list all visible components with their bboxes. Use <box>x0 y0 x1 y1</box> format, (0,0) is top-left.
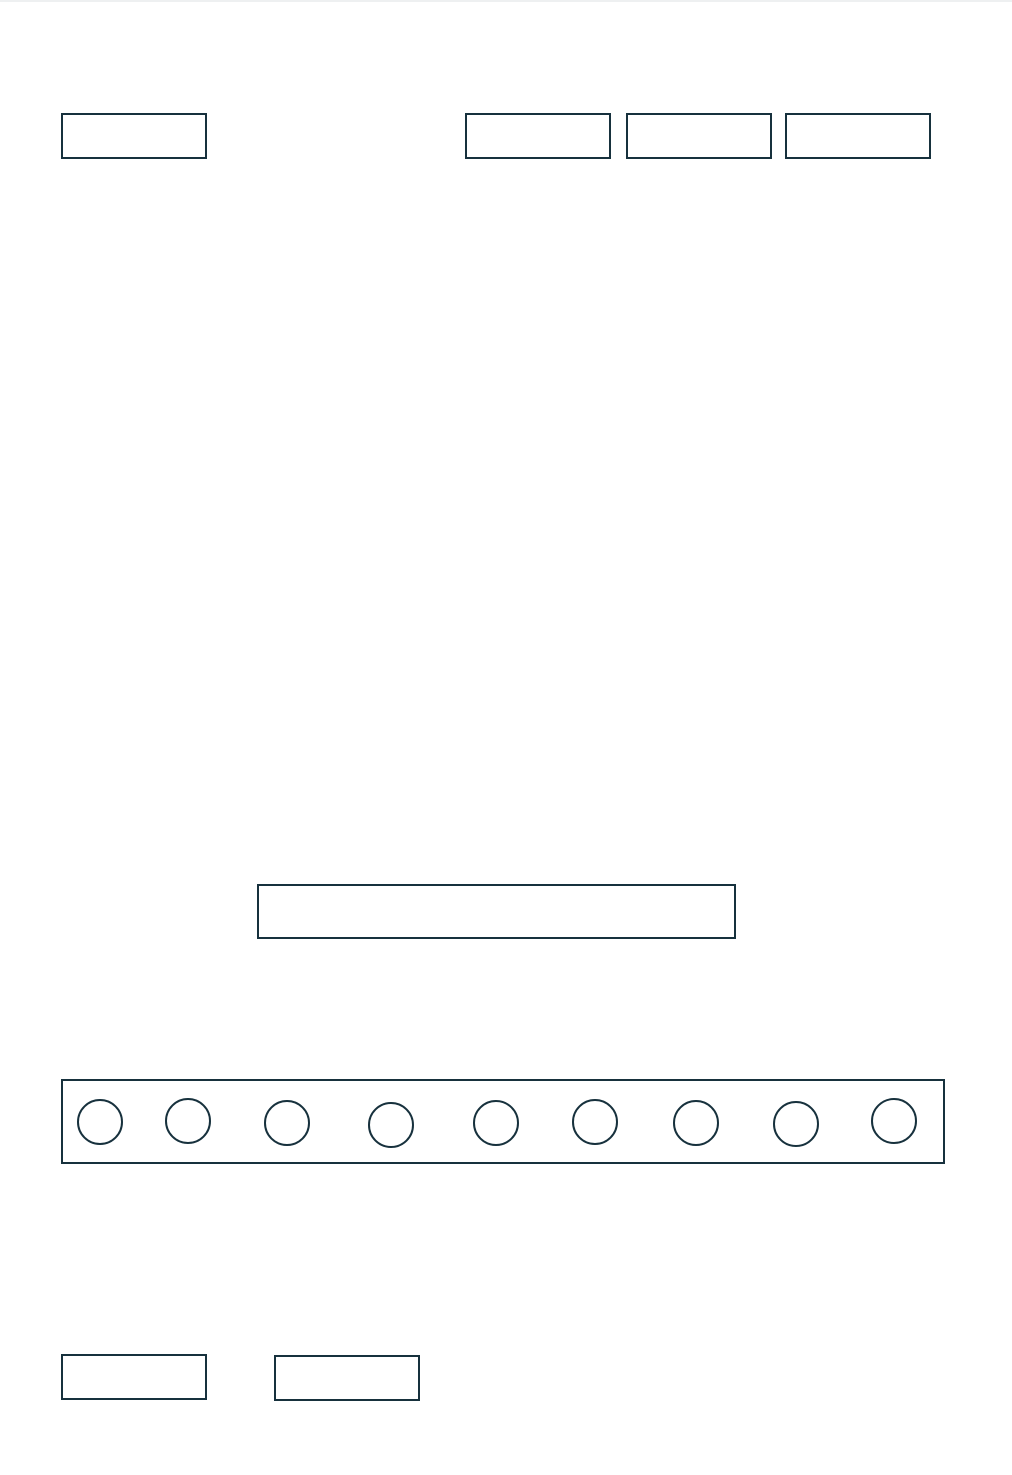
dot-option-1[interactable] <box>77 1099 123 1145</box>
dot-strip-container <box>61 1079 945 1164</box>
header-right-button-3[interactable] <box>785 113 931 159</box>
top-divider <box>0 0 1012 2</box>
header-right-button-2[interactable] <box>626 113 772 159</box>
dot-option-3[interactable] <box>264 1100 310 1146</box>
dot-option-4[interactable] <box>368 1102 414 1148</box>
header-left-button[interactable] <box>61 113 207 159</box>
dot-option-9[interactable] <box>871 1098 917 1144</box>
dot-option-2[interactable] <box>165 1098 211 1144</box>
dot-option-7[interactable] <box>673 1100 719 1146</box>
dot-option-8[interactable] <box>773 1101 819 1147</box>
center-input-field[interactable] <box>257 884 736 939</box>
dot-option-5[interactable] <box>473 1100 519 1146</box>
footer-button-1[interactable] <box>61 1354 207 1400</box>
header-right-button-1[interactable] <box>465 113 611 159</box>
footer-button-2[interactable] <box>274 1355 420 1401</box>
dot-option-6[interactable] <box>572 1099 618 1145</box>
